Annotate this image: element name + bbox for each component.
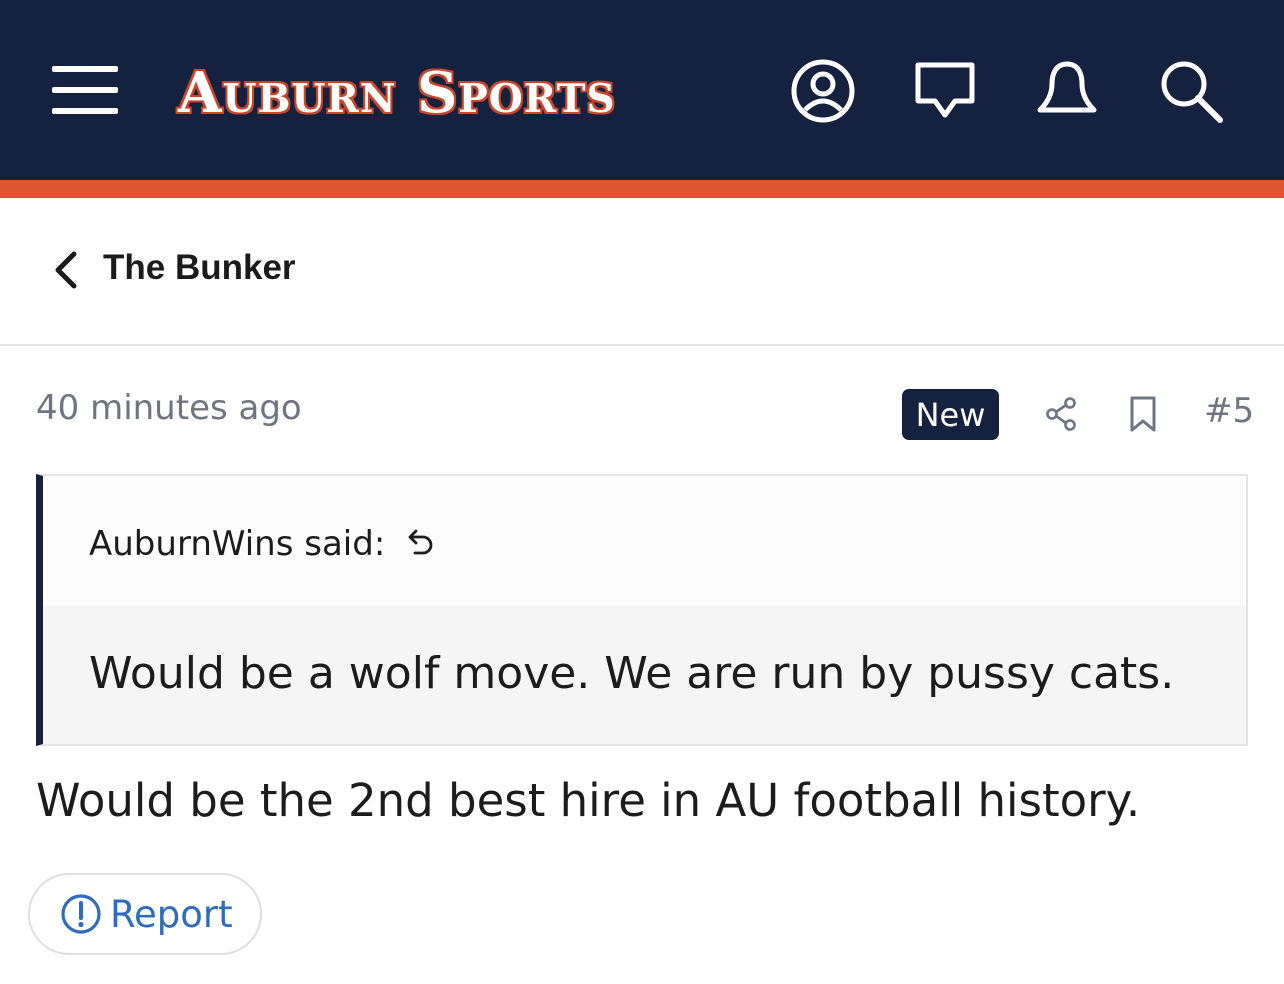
- bookmark-icon[interactable]: [1121, 392, 1165, 436]
- site-logo-text: Auburn Sports: [178, 60, 616, 126]
- top-navigation-bar: Auburn Sports: [0, 0, 1284, 180]
- quote-header: AuburnWins said:: [43, 476, 1246, 606]
- new-badge: New: [902, 389, 999, 440]
- breadcrumb[interactable]: The Bunker: [0, 198, 1284, 346]
- forum-title-link[interactable]: The Bunker: [103, 248, 296, 288]
- chat-bubble-icon[interactable]: [910, 56, 980, 126]
- post-number-link[interactable]: #5: [1204, 391, 1254, 431]
- header-accent-stripe: [0, 180, 1284, 198]
- bell-icon[interactable]: [1032, 56, 1102, 126]
- hamburger-menu-icon[interactable]: [52, 64, 118, 116]
- quote-text: Would be a wolf move. We are run by puss…: [89, 648, 1175, 699]
- exclamation-circle-icon: [60, 893, 102, 935]
- quote-content: Would be a wolf move. We are run by puss…: [43, 606, 1246, 744]
- quote-author-label: AuburnWins said:: [89, 524, 386, 564]
- chevron-left-icon[interactable]: [50, 250, 80, 290]
- jump-to-quote-icon[interactable]: [403, 527, 437, 561]
- share-icon[interactable]: [1039, 392, 1083, 436]
- quote-author-link[interactable]: AuburnWins said:: [89, 524, 437, 564]
- search-icon[interactable]: [1156, 56, 1226, 126]
- account-icon[interactable]: [788, 56, 858, 126]
- quote-block: AuburnWins said: Would be a wolf move. W…: [36, 474, 1248, 746]
- post-message-text: Would be the 2nd best hire in AU footbal…: [36, 774, 1141, 827]
- post-timestamp[interactable]: 40 minutes ago: [36, 388, 302, 428]
- report-label: Report: [110, 892, 233, 936]
- site-logo[interactable]: Auburn Sports: [178, 58, 616, 128]
- report-button[interactable]: Report: [28, 873, 262, 955]
